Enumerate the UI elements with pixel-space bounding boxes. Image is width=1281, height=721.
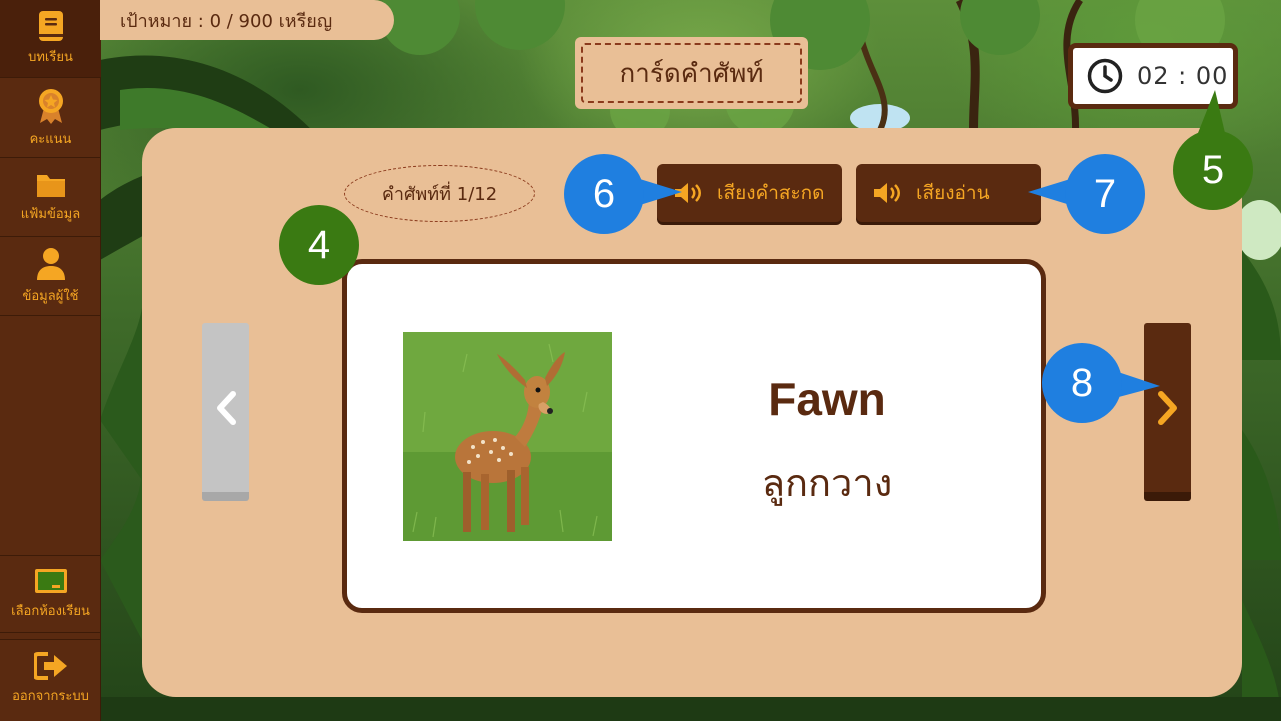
spelling-sound-label: เสียงคำสะกด bbox=[717, 182, 825, 204]
callout-4: 4 bbox=[279, 205, 359, 285]
word-counter: คำศัพท์ที่ 1/12 bbox=[344, 165, 535, 222]
speaker-icon bbox=[874, 183, 900, 203]
coin-goal: เป้าหมาย : 0 / 900 เหรียญ bbox=[100, 0, 394, 40]
sidebar-item-score[interactable]: คะแนน bbox=[0, 80, 101, 158]
coin-goal-text: เป้าหมาย : 0 / 900 เหรียญ bbox=[120, 10, 333, 32]
user-icon bbox=[36, 248, 65, 280]
folder-icon bbox=[36, 175, 65, 197]
sidebar-item-label: คะแนน bbox=[29, 132, 72, 147]
sidebar-item-label: แฟ้มข้อมูล bbox=[20, 207, 81, 222]
word-thai: ลูกกวาง bbox=[761, 461, 893, 505]
sidebar-item-label: ออกจากระบบ bbox=[12, 689, 89, 704]
page-title-card: การ์ดคำศัพท์ bbox=[575, 37, 808, 109]
previous-card-button[interactable] bbox=[202, 323, 249, 501]
next-card-button[interactable] bbox=[1144, 323, 1191, 501]
callout-8: 8 bbox=[1042, 343, 1122, 423]
sidebar-item-user-info[interactable]: ข้อมูลผู้ใช้ bbox=[0, 238, 101, 316]
spelling-sound-button[interactable]: เสียงคำสะกด bbox=[657, 164, 842, 222]
logout-icon bbox=[33, 652, 67, 680]
sidebar-item-label: ข้อมูลผู้ใช้ bbox=[22, 289, 79, 304]
callout-5: 5 bbox=[1173, 130, 1253, 210]
sidebar-item-select-classroom[interactable]: เลือกห้องเรียน bbox=[0, 555, 101, 633]
sidebar-item-portfolio[interactable]: แฟ้มข้อมูล bbox=[0, 159, 101, 237]
clock-icon bbox=[1087, 58, 1123, 94]
chevron-left-icon bbox=[216, 390, 236, 425]
sidebar-item-label: เลือกห้องเรียน bbox=[11, 603, 90, 619]
fawn-photo bbox=[403, 332, 612, 541]
callout-7: 7 bbox=[1065, 154, 1145, 234]
medal-icon bbox=[38, 89, 63, 124]
timer-value: 02 : 00 bbox=[1137, 62, 1229, 90]
callout-6: 6 bbox=[564, 154, 644, 234]
pronunciation-sound-label: เสียงอ่าน bbox=[916, 182, 990, 204]
vocabulary-card: Fawn ลูกกวาง bbox=[342, 259, 1046, 613]
page-title: การ์ดคำศัพท์ bbox=[619, 58, 764, 89]
classroom-board-icon bbox=[34, 568, 67, 593]
sidebar-item-logout[interactable]: ออกจากระบบ bbox=[0, 639, 101, 717]
sidebar-item-lessons[interactable]: บทเรียน bbox=[0, 0, 101, 78]
book-icon bbox=[38, 11, 63, 41]
word-counter-text: คำศัพท์ที่ 1/12 bbox=[381, 184, 498, 205]
sidebar-item-label: บทเรียน bbox=[28, 50, 73, 65]
pronunciation-sound-button[interactable]: เสียงอ่าน bbox=[856, 164, 1041, 222]
word-english: Fawn bbox=[768, 373, 886, 425]
sidebar: บทเรียน คะแนน แฟ้มข้อมูล ข้อมูลผู้ใช้ เล… bbox=[0, 0, 101, 721]
